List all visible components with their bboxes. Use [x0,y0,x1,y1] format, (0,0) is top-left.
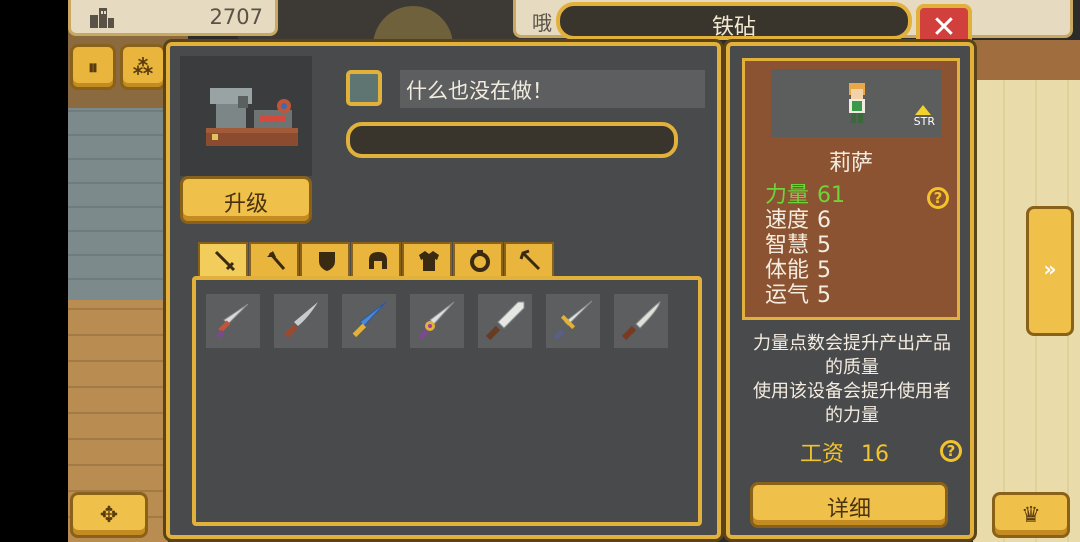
item-slot[interactable] [614,294,668,348]
desc-line: 力量点数会提升产出产品 [753,333,951,354]
stat-value: 5 [817,258,832,283]
equipment-tabs [198,242,554,278]
tab-ring[interactable] [453,242,503,276]
machete-icon [621,301,661,341]
wage-label: 工资 [800,442,845,467]
stat-row-wisdom: 智慧 5 [765,233,845,258]
gold-value: 2707 [209,5,263,29]
crown-button[interactable]: ♛ [992,492,1070,538]
knife-icon [283,302,318,339]
jeweled-sword-icon [418,301,455,340]
upgrade-label: 升级 [223,192,268,217]
workshop-panel: 升级 什么也没在做！ [166,42,721,539]
tab-sword[interactable] [198,242,248,276]
stat-row-luck: 运气 5 [765,283,845,308]
desc-line: 使用该设备会提升使用者 [753,381,951,402]
stat-label: 智慧 [765,233,810,258]
anvil-machine-icon [206,88,298,146]
desc-line: 的质量 [825,357,879,378]
stat-row-speed: 速度 6 [765,208,845,233]
stat-help-icon[interactable]: ? [927,187,949,209]
item-slot[interactable] [546,294,600,348]
str-badge: STR [913,115,935,128]
crystal-sword-icon [352,301,387,338]
broad-blade-icon [485,301,525,341]
production-progress-bar [346,122,678,158]
item-slot[interactable] [410,294,464,348]
helmet-icon [369,252,387,269]
double-arrow-right-icon: » [1043,257,1057,281]
stat-value: 61 [817,183,846,208]
axe-icon [267,251,286,270]
item-grid [192,276,702,526]
stat-row-stamina: 体能 5 [765,258,845,283]
tab-helmet[interactable] [351,242,401,276]
sword-icon [214,250,236,272]
stat-value: 5 [817,283,832,308]
stat-description: 力量点数会提升产出产品 的质量 使用该设备会提升使用者 的力量 [736,332,968,428]
tab-pickaxe[interactable] [504,242,554,276]
next-page-button[interactable]: » [1026,206,1074,336]
stat-list: 力量 61 速度 6 智慧 5 体能 5 运气 5 [765,183,845,308]
window-title: 铁砧 [711,15,756,40]
item-slot[interactable] [342,294,396,348]
stat-value: 6 [817,208,832,233]
window-title-bar: 铁砧 [556,2,912,40]
stat-label: 体能 [765,258,810,283]
tab-axe[interactable] [249,242,299,276]
upgrade-button[interactable]: 升级 [180,176,312,224]
wage-value: 16 [861,442,890,467]
wage-display: 工资 16 [800,436,889,468]
status-text: 什么也没在做！ [406,79,553,103]
stat-label: 运气 [765,283,810,308]
stat-row-strength: 力量 61 [765,183,845,208]
stat-label: 力量 [765,183,810,208]
detail-button[interactable]: 详细 [750,482,948,528]
armor-icon [419,251,439,271]
dpad-icon: ✥ [99,503,119,528]
dagger-icon [215,303,249,339]
stat-label: 速度 [765,208,810,233]
group-button[interactable]: ⁂ [120,44,166,90]
worker-name: 莉萨 [828,151,873,176]
long-sword-icon [554,300,593,340]
pause-icon: ⏸ [88,55,98,79]
desc-line: 的力量 [825,405,879,426]
stat-value: 5 [817,233,832,258]
crown-icon: ♛ [1021,503,1041,528]
wall-right [973,40,1080,82]
status-box: 什么也没在做！ [400,70,705,108]
item-slot[interactable] [274,294,328,348]
wage-help-icon[interactable]: ? [940,440,962,462]
group-icon: ⁂ [132,55,154,79]
move-button[interactable]: ✥ [70,492,148,538]
close-icon: ✕ [931,10,957,45]
message-text: 哦 [532,11,552,35]
ring-icon [470,250,490,272]
auto-work-checkbox[interactable] [346,70,382,106]
building-icon [90,8,114,28]
worker-card: STR 莉萨 力量 61 速度 6 智慧 5 体能 5 运气 5 ? [742,58,960,320]
item-slot[interactable] [206,294,260,348]
anvil-machine-image [180,56,312,176]
tab-shield[interactable] [300,242,350,276]
worker-portrait[interactable]: STR [771,69,941,137]
arrow-up-icon [915,105,931,115]
worker-avatar-icon [849,83,865,123]
worker-panel: STR 莉萨 力量 61 速度 6 智慧 5 体能 5 运气 5 ? 力量点数会… [726,42,974,539]
gold-counter: 2707 [68,0,278,36]
pickaxe-icon [519,249,541,271]
game-screen: 2707 哦 铁砧 ✕ ⏸ ⁂ 升级 什么也没在做！ STR 莉萨 力量 61 … [68,0,1080,542]
pause-button[interactable]: ⏸ [70,44,116,90]
item-slot[interactable] [478,294,532,348]
shield-icon [319,252,335,271]
tab-armor[interactable] [402,242,452,276]
detail-label: 详细 [826,497,871,522]
